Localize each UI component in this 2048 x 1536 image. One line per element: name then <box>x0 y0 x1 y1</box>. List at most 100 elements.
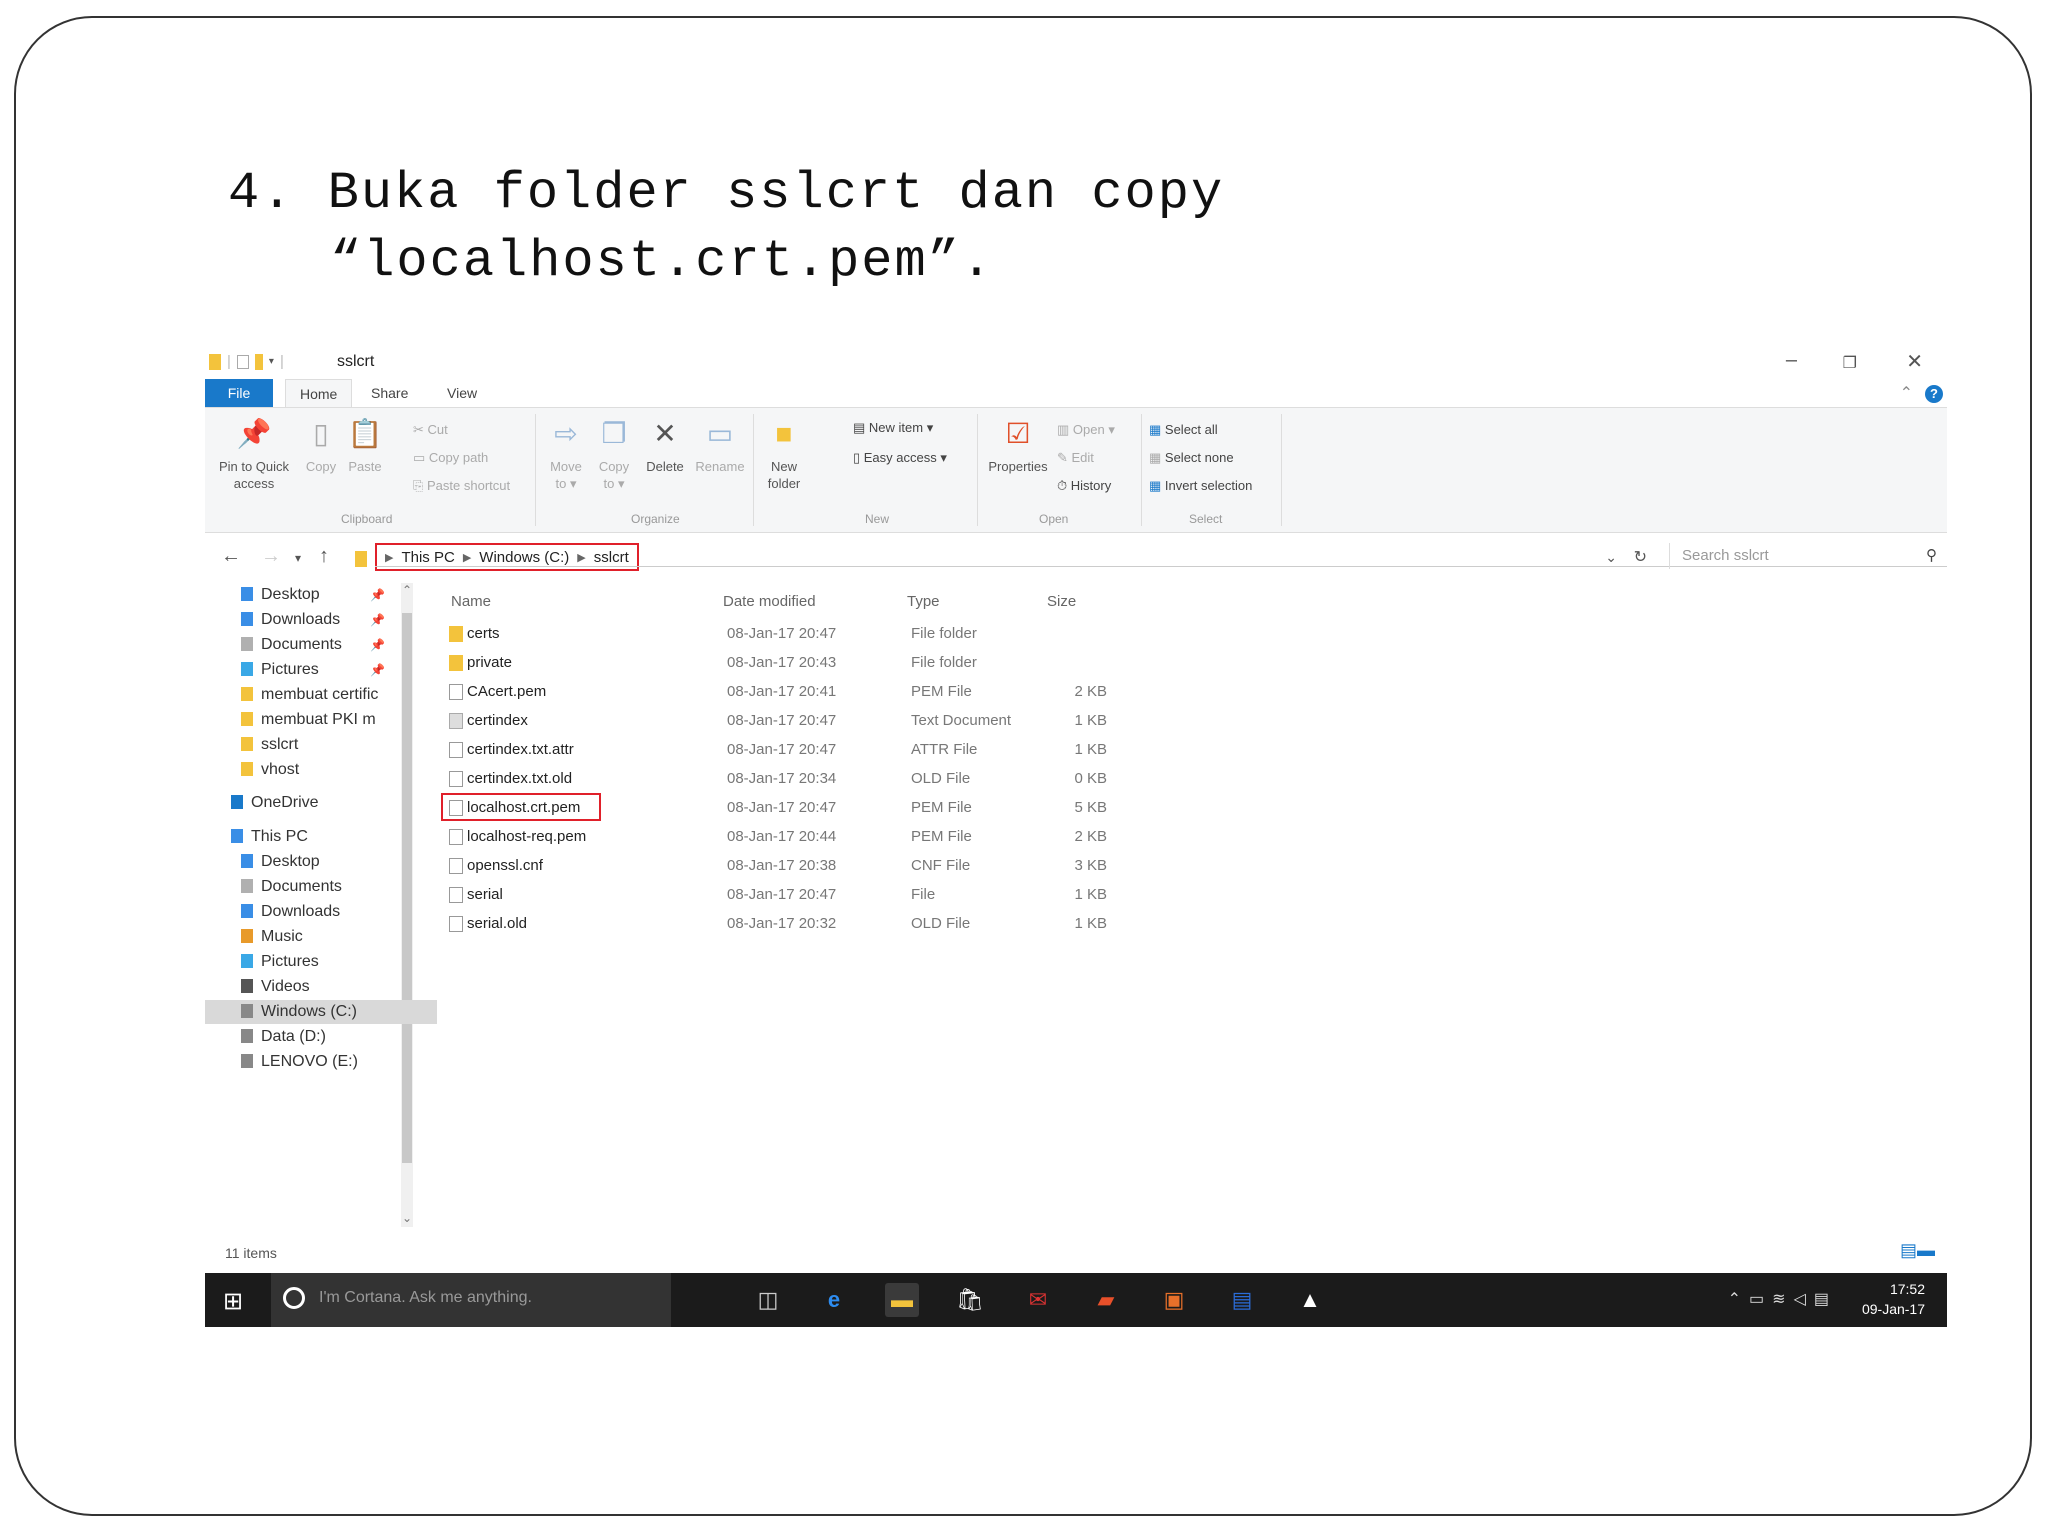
system-tray-icons[interactable]: ⌃▭≋◁▤ <box>1728 1289 1837 1309</box>
easy-access-button[interactable]: ▯ Easy access ▾ <box>853 450 947 466</box>
nav-item[interactable]: Data (D:) <box>241 1025 401 1049</box>
file-row[interactable]: serial.old 08-Jan-17 20:32 OLD File 1 KB <box>427 911 1327 937</box>
nav-item[interactable]: sslcrt <box>241 733 401 757</box>
crumb-this-pc[interactable]: This PC <box>401 549 454 566</box>
forward-icon[interactable]: → <box>261 545 281 568</box>
up-icon[interactable]: ↑ <box>319 545 329 568</box>
taskbar-clock[interactable]: 17:52 09-Jan-17 <box>1862 1279 1925 1319</box>
mail-icon[interactable]: ✉ <box>1021 1283 1055 1317</box>
view-toggle-icons[interactable]: ▤▬ <box>1900 1240 1935 1261</box>
file-explorer-icon[interactable]: ▬ <box>885 1283 919 1317</box>
word-icon[interactable]: ▤ <box>1225 1283 1259 1317</box>
scroll-down-icon[interactable]: ⌄ <box>402 1211 412 1225</box>
refresh-icon[interactable]: ↻ <box>1634 547 1647 567</box>
clock-time: 17:52 <box>1889 1281 1925 1297</box>
paste-shortcut-button[interactable]: ⎘ Paste shortcut <box>413 478 510 494</box>
nav-item[interactable]: Downloads <box>241 900 401 924</box>
edge-icon[interactable]: e <box>817 1283 851 1317</box>
nav-item[interactable]: Pictures 📌 <box>241 658 401 682</box>
copy-path-button[interactable]: ▭ Copy path <box>413 450 488 466</box>
edit-button[interactable]: ✎ Edit <box>1057 450 1094 466</box>
file-row[interactable]: CAcert.pem 08-Jan-17 20:41 PEM File 2 KB <box>427 679 1327 705</box>
photos-icon[interactable]: ▲ <box>1293 1283 1327 1317</box>
nav-item[interactable]: Documents <box>241 875 401 899</box>
task-view-icon[interactable]: ◫ <box>751 1283 785 1317</box>
rename-button[interactable]: ▭ Rename <box>693 416 747 475</box>
file-row[interactable]: openssl.cnf 08-Jan-17 20:38 CNF File 3 KB <box>427 853 1327 879</box>
nav-item[interactable]: Videos <box>241 975 401 999</box>
nav-item[interactable]: Desktop 📌 <box>241 583 401 607</box>
properties-button[interactable]: ☑ Properties <box>983 416 1053 475</box>
minimize-button[interactable]: – <box>1786 349 1797 372</box>
column-type[interactable]: Type <box>907 593 940 610</box>
new-folder-button[interactable]: ■ New folder <box>759 416 809 492</box>
cut-button[interactable]: ✂ Cut <box>413 422 448 438</box>
pin-quick-access-button[interactable]: 📌 Pin to Quick access <box>211 416 297 492</box>
tab-file[interactable]: File <box>205 379 273 407</box>
copy-button[interactable]: ▯ Copy <box>301 416 341 475</box>
invert-selection-button[interactable]: ▦ Invert selection <box>1149 478 1252 494</box>
nav-item[interactable]: LENOVO (E:) <box>241 1050 401 1074</box>
nav-item[interactable]: membuat PKI m <box>241 708 401 732</box>
nav-item[interactable]: Desktop <box>241 850 401 874</box>
address-dropdown-icon[interactable]: ⌄ <box>1605 549 1617 566</box>
crumb-sslcrt[interactable]: sslcrt <box>594 549 629 566</box>
store-icon[interactable]: 🛍 <box>953 1283 987 1317</box>
new-folder-quick-icon[interactable] <box>254 353 263 370</box>
new-item-button[interactable]: ▤ New item ▾ <box>853 420 933 436</box>
nav-item[interactable]: This PC <box>231 825 401 849</box>
windows-start-icon[interactable]: ⊞ <box>223 1287 243 1316</box>
column-date-modified[interactable]: Date modified <box>723 593 816 610</box>
properties-quick-icon[interactable] <box>236 354 249 369</box>
search-input[interactable]: Search sslcrt ⚲ <box>1669 543 1947 569</box>
column-size[interactable]: Size <box>1047 593 1076 610</box>
select-none-button[interactable]: ▦ Select none <box>1149 450 1234 466</box>
tab-share[interactable]: Share <box>357 379 422 407</box>
nav-item[interactable]: vhost <box>241 758 401 782</box>
file-row[interactable]: localhost-req.pem 08-Jan-17 20:44 PEM File… <box>427 824 1327 850</box>
nav-item[interactable]: OneDrive <box>231 791 401 815</box>
move-to-button[interactable]: ⇨ Move to ▾ <box>545 416 587 492</box>
open-icon: ▥ <box>1057 422 1073 437</box>
cortana-search-box[interactable]: I'm Cortana. Ask me anything. <box>271 1273 671 1327</box>
file-row[interactable]: certindex.txt.old 08-Jan-17 20:34 OLD File… <box>427 766 1327 792</box>
paste-button[interactable]: 📋 Paste <box>345 416 385 475</box>
recent-locations-icon[interactable]: ▾ <box>295 551 301 565</box>
back-icon[interactable]: ← <box>221 545 241 568</box>
column-name[interactable]: Name <box>451 593 491 610</box>
file-row[interactable]: certs 08-Jan-17 20:47 File folder <box>427 621 1327 647</box>
close-button[interactable]: ✕ <box>1906 349 1923 374</box>
nav-item[interactable]: Music <box>241 925 401 949</box>
help-icon[interactable]: ? <box>1925 385 1943 403</box>
pdf-icon[interactable]: ▰ <box>1089 1283 1123 1317</box>
select-all-button[interactable]: ▦ Select all <box>1149 422 1218 438</box>
file-row[interactable]: certindex 08-Jan-17 20:47 Text Document 1 K… <box>427 708 1327 734</box>
open-button[interactable]: ▥ Open ▾ <box>1057 422 1115 438</box>
powerpoint-icon[interactable]: ▣ <box>1157 1283 1191 1317</box>
tab-home[interactable]: Home <box>285 379 353 408</box>
file-row[interactable]: serial 08-Jan-17 20:47 File 1 KB <box>427 882 1327 908</box>
nav-item[interactable]: membuat certific <box>241 683 401 707</box>
pinned-icon: 📌 <box>370 613 385 627</box>
copy-to-button[interactable]: ❐ Copy to ▾ <box>593 416 635 492</box>
crumb-windows-c[interactable]: Windows (C:) <box>479 549 569 566</box>
nav-item[interactable]: Downloads 📌 <box>241 608 401 632</box>
history-button[interactable]: ⏱ History <box>1057 478 1111 494</box>
pinned-icon: 📌 <box>370 638 385 652</box>
nav-scrollbar-thumb[interactable] <box>402 613 412 1163</box>
nav-item[interactable]: Windows (C:) <box>205 1000 437 1024</box>
chevron-right-icon: ▶ <box>577 551 586 564</box>
rename-icon: ▭ <box>706 418 734 449</box>
scroll-up-icon[interactable]: ⌃ <box>402 583 412 597</box>
file-row[interactable]: private 08-Jan-17 20:43 File folder <box>427 650 1327 676</box>
slide-caption: 4. Buka folder sslcrt dan copy “localhos… <box>228 160 1224 296</box>
file-row[interactable]: certindex.txt.attr 08-Jan-17 20:47 ATTR Fi… <box>427 737 1327 763</box>
file-row[interactable]: localhost.crt.pem 08-Jan-17 20:47 PEM File… <box>427 793 1327 821</box>
restore-button[interactable]: ❐ <box>1843 353 1857 373</box>
delete-button[interactable]: ✕ Delete <box>641 416 689 475</box>
customize-toolbar-icon[interactable]: ▾ <box>269 356 274 367</box>
tab-view[interactable]: View <box>433 379 491 407</box>
collapse-ribbon-icon[interactable]: ⌃ <box>1900 383 1913 403</box>
nav-item[interactable]: Documents 📌 <box>241 633 401 657</box>
nav-item[interactable]: Pictures <box>241 950 401 974</box>
